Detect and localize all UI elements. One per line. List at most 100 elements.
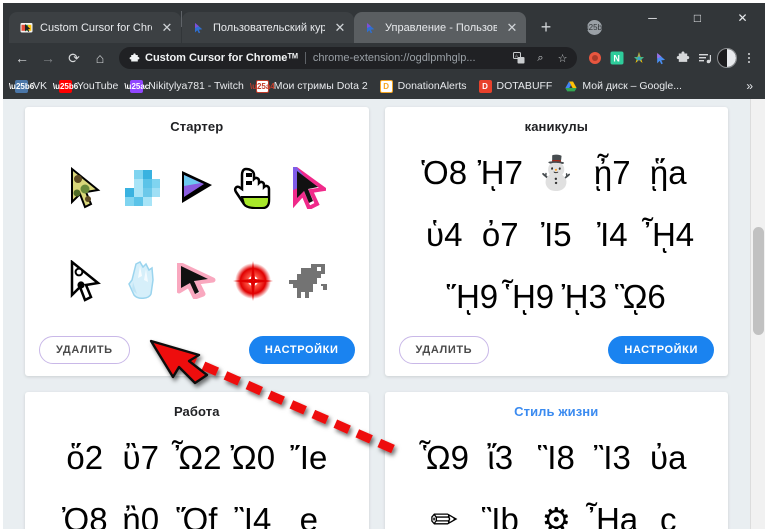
christmas-bell-icon[interactable]: ὑ4 xyxy=(418,204,470,264)
witch-hat-icon[interactable]: ᾝ9 xyxy=(446,266,498,326)
drill-icon[interactable]: ὒ7 xyxy=(115,427,167,487)
cards-container: Стартер УДАЛИТЬ НАСТРОЙКИ каникулы Ὁ8 ᾘ7… xyxy=(3,99,750,529)
pixel-hand-cursor-icon[interactable] xyxy=(115,159,167,217)
card-actions: УДАЛИТЬ НАСТРОЙКИ xyxy=(39,336,355,364)
fishing-rod-icon[interactable]: Ἲ3 xyxy=(586,427,638,487)
puzzle-extensions-icon[interactable] xyxy=(673,48,693,68)
tab-custom-cursor-home[interactable]: Custom Cursor for Chrome™ - ✕ xyxy=(9,12,181,43)
profile-avatar-button[interactable] xyxy=(717,48,737,68)
skateboard-icon[interactable]: Ὧ9 xyxy=(418,427,470,487)
delete-button[interactable]: УДАЛИТЬ xyxy=(399,336,490,364)
red-target-cursor-icon[interactable] xyxy=(227,252,279,310)
steering-wheel-icon[interactable]: Ἴe xyxy=(283,427,335,487)
tab-close-icon[interactable]: ✕ xyxy=(332,20,348,36)
triangle-arrow-cursor-icon[interactable] xyxy=(171,159,223,217)
reading-list-icon[interactable] xyxy=(695,48,715,68)
chef-hat-icon[interactable]: ὅ2 xyxy=(59,427,111,487)
makeup-brush-icon[interactable]: ὘c xyxy=(642,489,694,529)
delete-button[interactable]: УДАЛИТЬ xyxy=(39,336,130,364)
url-text: chrome-extension://ogdlpmhglp... xyxy=(313,52,505,64)
bookmark-donationalerts[interactable]: D DonationAlerts xyxy=(374,76,473,96)
scrollbar-thumb[interactable] xyxy=(753,227,764,335)
police-badge-icon[interactable]: ὆e xyxy=(283,489,335,529)
bookmark-star-icon[interactable]: ☆ xyxy=(554,50,571,67)
pencil-icon[interactable]: ✏ xyxy=(418,489,470,529)
new-tab-button[interactable]: + xyxy=(532,13,560,41)
rocket-icon[interactable]: Ὠ0 xyxy=(227,427,279,487)
feather-pen-icon[interactable]: ᾫ6 xyxy=(614,266,666,326)
custom-cursor-extension-icon[interactable] xyxy=(651,48,671,68)
ice-hand-cursor-icon[interactable] xyxy=(115,252,167,310)
cursor-arrow-icon xyxy=(364,21,378,35)
pink-outline-arrow-cursor-icon[interactable] xyxy=(283,159,335,217)
forward-button[interactable]: → xyxy=(35,45,61,71)
chrome-browser-window: Custom Cursor for Chrome™ - ✕ Пользовате… xyxy=(0,0,768,532)
adguard-extension-icon[interactable] xyxy=(585,48,605,68)
tab-close-icon[interactable]: ✕ xyxy=(504,20,520,36)
anaconda-extension-icon[interactable] xyxy=(629,48,649,68)
card-work-pack[interactable]: Работа ὅ2 ὒ7 Ὦ2 Ὠ0 Ἴe Ὀ8 ᾒ0 Ὅf Ἲ4 ὆e ᾞf … xyxy=(25,392,369,529)
easter-egg-icon[interactable]: ᾕa xyxy=(642,142,694,202)
leaf-icon[interactable]: ἴ3 xyxy=(474,427,526,487)
skateboard-truck-icon[interactable]: ⚙ xyxy=(530,489,582,529)
address-bar[interactable]: Custom Cursor for Chromeᵀᴹ chrome-extens… xyxy=(119,47,577,69)
fishing-float-icon[interactable]: ᾞa xyxy=(586,489,638,529)
chrome-menu-button[interactable] xyxy=(739,48,759,68)
amplifier-icon[interactable]: ὐa xyxy=(642,427,694,487)
minimize-button[interactable]: ─ xyxy=(630,3,675,33)
close-button[interactable]: ✕ xyxy=(720,3,765,33)
bookmark-twitch[interactable]: \u25ac Nikitylya781 - Twitch xyxy=(124,76,250,96)
turkey-icon[interactable]: ᾘ3 xyxy=(558,266,610,326)
reload-button[interactable]: ⟳ xyxy=(61,45,87,71)
cowboy-hat-icon[interactable]: ᾒ0 xyxy=(115,489,167,529)
back-button[interactable]: ← xyxy=(9,45,35,71)
bunny-icon[interactable]: ὀ7 xyxy=(474,204,526,264)
bookmark-dotabuff[interactable]: D DOTABUFF xyxy=(473,76,559,96)
dino-cursor-icon[interactable] xyxy=(283,252,335,310)
snowman-astronaut-icon[interactable]: ⛄ xyxy=(530,142,582,202)
card-starter-pack[interactable]: Стартер УДАЛИТЬ НАСТРОЙКИ xyxy=(25,107,369,376)
zoom-icon[interactable]: ⌕ xyxy=(532,50,549,67)
mitten-icon[interactable]: ᾞ4 xyxy=(642,204,694,264)
tab-close-icon[interactable]: ✕ xyxy=(159,20,175,36)
maximize-button[interactable]: □ xyxy=(675,3,720,33)
broom-icon[interactable]: ᾟ9 xyxy=(502,266,554,326)
guitar-pick-icon[interactable]: Ἳ8 xyxy=(530,427,582,487)
tab-polzovatelskiy-kursor[interactable]: Пользовательский курсор ✕ xyxy=(182,12,354,43)
card-lifestyle-pack[interactable]: Стиль жизни Ὧ9 ἴ3 Ἳ8 Ἲ3 ὐa ✏ Ἳb ⚙ ᾞa ὘c … xyxy=(385,392,729,529)
camo-arrow-cursor-icon[interactable] xyxy=(59,159,111,217)
pointing-hand-cursor-icon[interactable] xyxy=(227,159,279,217)
walkie-talkie-icon[interactable]: Ὅf xyxy=(171,489,223,529)
bookmarks-overflow-button[interactable]: » xyxy=(740,79,759,93)
santa-hat-icon[interactable]: Ἰ5 xyxy=(530,204,582,264)
home-button[interactable]: ⌂ xyxy=(87,45,113,71)
bat-icon[interactable]: ᾘ7 xyxy=(474,142,526,202)
settings-button[interactable]: НАСТРОЙКИ xyxy=(608,336,714,364)
watering-can-icon[interactable]: Ὦ2 xyxy=(171,427,223,487)
pumpkin-pie-icon[interactable]: ᾖ7 xyxy=(586,142,638,202)
bookmark-dota-streams[interactable]: \u25a4 Мои стримы Dota 2 xyxy=(250,76,374,96)
tab-search-button[interactable]: \u25bc xyxy=(580,13,608,41)
violin-icon[interactable]: Ἳb xyxy=(474,489,526,529)
bookmark-vk[interactable]: \u25b6 VK xyxy=(9,76,53,96)
barber-pole-icon[interactable]: Ὀ8 xyxy=(59,489,111,529)
page-scrollbar[interactable] xyxy=(750,99,765,529)
pink-glow-arrow-cursor-icon[interactable] xyxy=(171,252,223,310)
card-holidays-pack[interactable]: каникулы Ὁ8 ᾘ7 ⛄ ᾖ7 ᾕa ὑ4 ὀ7 Ἰ5 Ἰ4 ᾞ4 ᾝ9… xyxy=(385,107,729,376)
stickman-arrow-cursor-icon[interactable] xyxy=(59,252,111,310)
bookmark-youtube[interactable]: \u25b6 YouTube xyxy=(53,76,124,96)
bookmark-label: Мой диск – Google... xyxy=(582,80,682,92)
microphone-icon[interactable]: Ἲ4 xyxy=(227,489,279,529)
cursor-thumbnails: Ὁ8 ᾘ7 ⛄ ᾖ7 ᾕa ὑ4 ὀ7 Ἰ5 Ἰ4 ᾞ4 ᾝ9 ᾟ9 ᾘ3 ᾫ6 xyxy=(399,142,715,326)
cursor-thumbnails: Ὧ9 ἴ3 Ἳ8 Ἲ3 ὐa ✏ Ἳb ⚙ ᾞa ὘c ἴ2 Ἳ8 Ὃ5 ὒe xyxy=(399,427,715,529)
twitch-icon: \u25ac xyxy=(130,80,143,93)
translate-icon[interactable]: A xyxy=(510,50,527,67)
heart-arrow-icon[interactable]: Ὁ8 xyxy=(418,142,470,202)
notion-extension-icon[interactable]: N xyxy=(607,48,627,68)
christmas-tree-icon[interactable]: Ἰ4 xyxy=(586,204,638,264)
tab-upravlenie-active[interactable]: Управление - Пользовательск ✕ xyxy=(354,12,526,43)
vk-icon: \u25b6 xyxy=(15,80,28,93)
settings-button[interactable]: НАСТРОЙКИ xyxy=(249,336,355,364)
bookmark-google-drive[interactable]: Мой диск – Google... xyxy=(558,76,688,96)
bookmark-label: VK xyxy=(33,80,47,92)
